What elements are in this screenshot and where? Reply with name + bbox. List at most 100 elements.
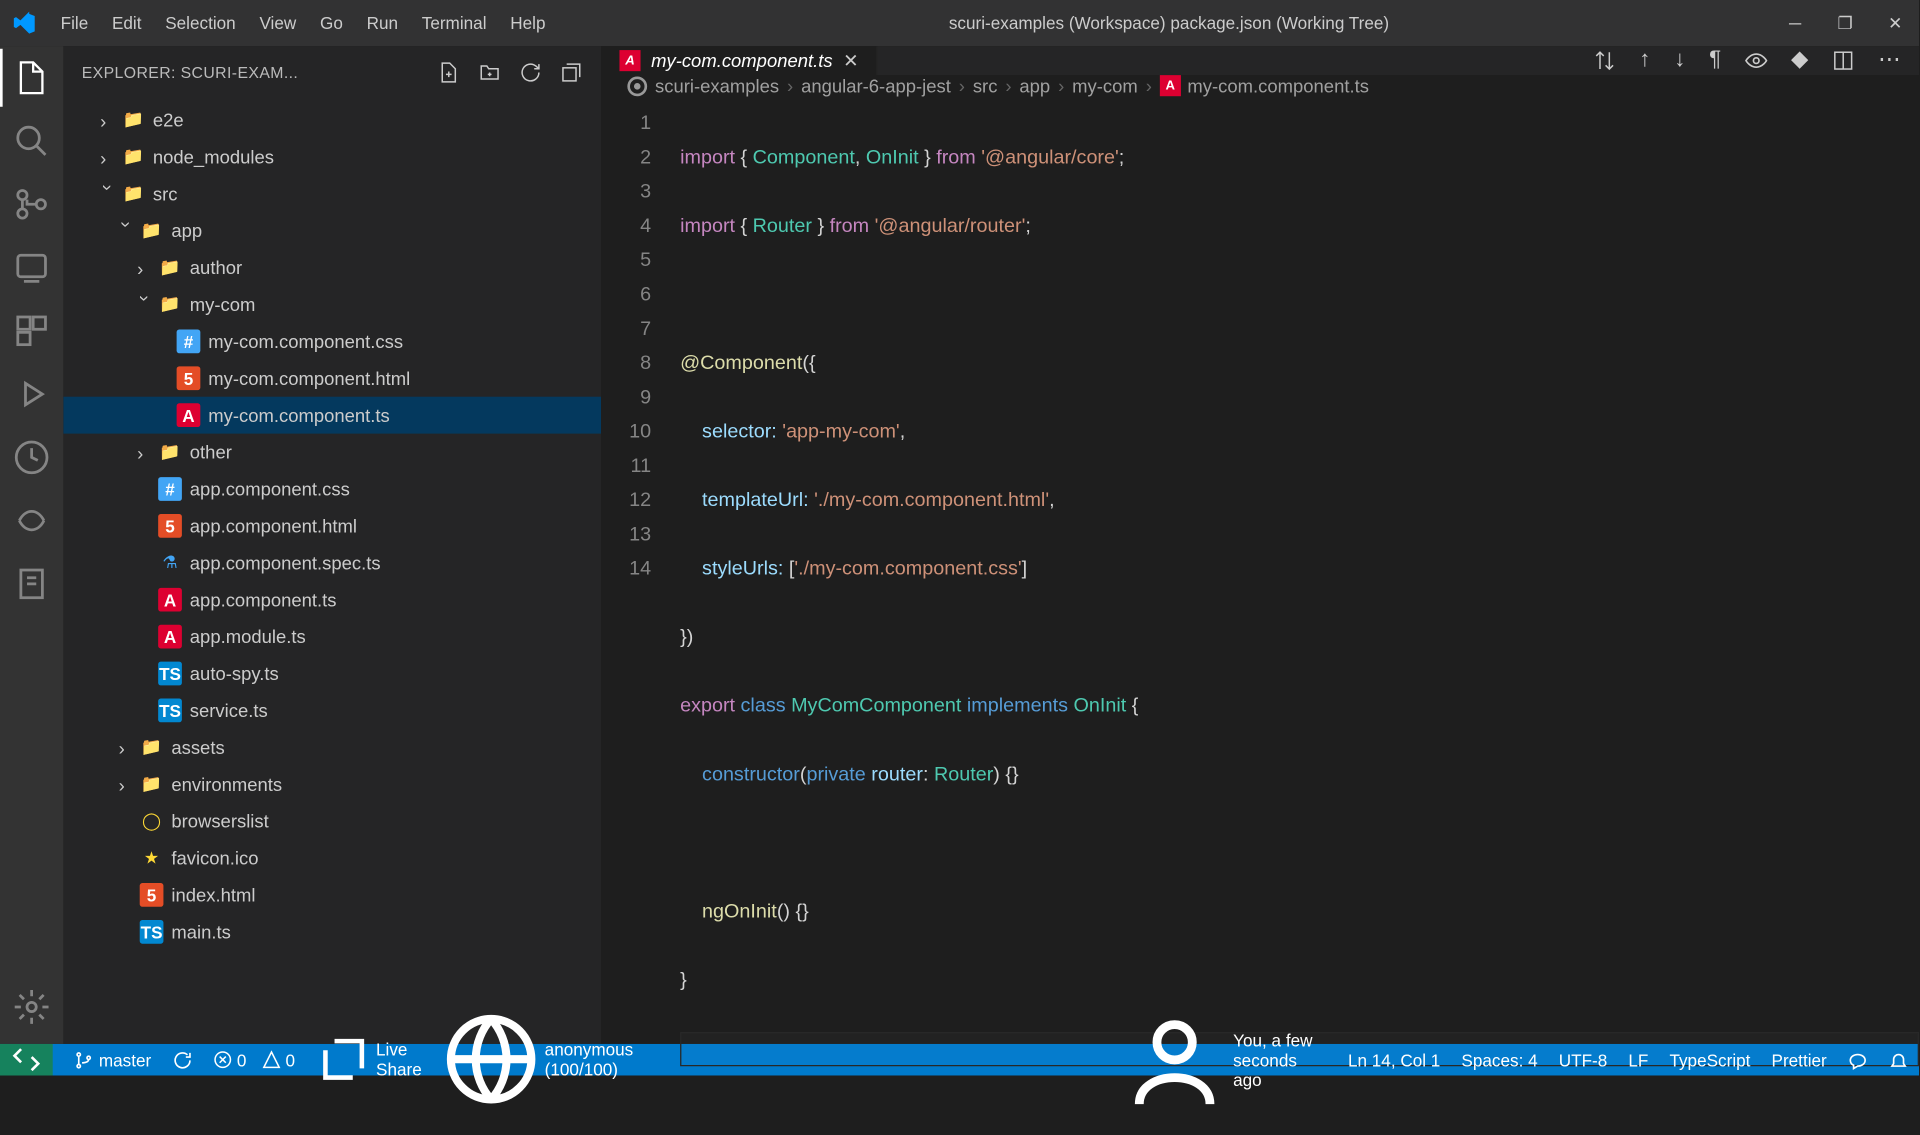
language-mode[interactable]: TypeScript [1669, 1050, 1750, 1070]
menu-view[interactable]: View [249, 8, 307, 38]
tree-item-my-com-component-css[interactable]: #my-com.component.css [63, 323, 601, 360]
tree-item-my-com-component-html[interactable]: 5my-com.component.html [63, 360, 601, 397]
tree-item-node-modules[interactable]: ›📁node_modules [63, 138, 601, 175]
explorer-header: EXPLORER: SCURI-EXAM... [63, 46, 601, 99]
chevron-down-icon: › [100, 185, 118, 203]
tree-item-auto-spy-ts[interactable]: TSauto-spy.ts [63, 655, 601, 692]
tree-item-other[interactable]: ›📁other [63, 434, 601, 471]
tree-item-e2e[interactable]: ›📁e2e [63, 101, 601, 138]
chevron-right-icon: › [137, 443, 155, 461]
tree-item-app-module-ts[interactable]: Aapp.module.ts [63, 618, 601, 655]
tab-label: my-com.component.ts [651, 50, 833, 71]
sync-icon[interactable] [172, 1050, 192, 1070]
tree-item-app-component-html[interactable]: 5app.component.html [63, 507, 601, 544]
title-bar: FileEditSelectionViewGoRunTerminalHelp s… [0, 0, 1919, 46]
diamond-icon[interactable]: ◆ [1791, 46, 1808, 75]
tree-item-my-com-component-ts[interactable]: Amy-com.component.ts [63, 397, 601, 434]
collapse-all-icon[interactable] [560, 58, 582, 87]
indentation[interactable]: Spaces: 4 [1461, 1050, 1537, 1070]
arrow-down-icon[interactable]: ↓ [1674, 46, 1685, 75]
timeline-icon[interactable] [13, 439, 50, 476]
editor-tab[interactable]: A my-com.component.ts ✕ [601, 46, 878, 75]
code-content[interactable]: import { Component, OnInit } from '@angu… [680, 107, 1919, 1135]
tree-item-label: auto-spy.ts [190, 663, 279, 684]
breadcrumb-item[interactable]: src [973, 75, 998, 96]
chevron-right-icon: › [959, 75, 965, 96]
git-blame[interactable]: You, a few seconds ago [1122, 1007, 1327, 1113]
tree-item-main-ts[interactable]: TSmain.ts [63, 913, 601, 950]
cursor-position[interactable]: Ln 14, Col 1 [1348, 1050, 1440, 1070]
tree-item-label: assets [171, 737, 224, 758]
menu-selection[interactable]: Selection [155, 8, 247, 38]
tree-item-label: app.component.spec.ts [190, 552, 381, 573]
tree-item-my-com[interactable]: ›📁my-com [63, 286, 601, 323]
source-control-icon[interactable] [13, 186, 50, 223]
arrow-up-icon[interactable]: ↑ [1639, 46, 1650, 75]
tree-item-service-ts[interactable]: TSservice.ts [63, 692, 601, 729]
menu-edit[interactable]: Edit [101, 8, 152, 38]
tree-item-index-html[interactable]: 5index.html [63, 876, 601, 913]
chevron-right-icon: › [787, 75, 793, 96]
notifications-icon[interactable] [1889, 1050, 1909, 1070]
paragraph-icon[interactable]: ¶ [1709, 46, 1721, 75]
tree-item-assets[interactable]: ›📁assets [63, 729, 601, 766]
tree-item-label: e2e [153, 109, 184, 130]
menu-run[interactable]: Run [356, 8, 409, 38]
liveshare-activity-icon[interactable] [13, 502, 50, 539]
menu-go[interactable]: Go [309, 8, 353, 38]
tree-item-app-component-spec-ts[interactable]: ⚗app.component.spec.ts [63, 544, 601, 581]
breadcrumb-item[interactable]: app [1019, 75, 1050, 96]
tree-item-environments[interactable]: ›📁environments [63, 766, 601, 803]
tree-item-browserslist[interactable]: ◯browserslist [63, 803, 601, 840]
code-editor[interactable]: 1234567891011121314 import { Component, … [601, 96, 1919, 1135]
breadcrumb-item[interactable]: scuri-examples [655, 75, 779, 96]
close-button[interactable]: ✕ [1882, 13, 1908, 34]
chevron-right-icon: › [137, 258, 155, 276]
problems-indicator[interactable]: 0 0 [213, 1050, 295, 1070]
tree-item-src[interactable]: ›📁src [63, 175, 601, 212]
more-actions-icon[interactable]: ⋯ [1878, 46, 1900, 75]
search-icon[interactable] [13, 123, 50, 160]
new-folder-icon[interactable] [478, 58, 500, 87]
encoding[interactable]: UTF-8 [1559, 1050, 1608, 1070]
bookmarks-icon[interactable] [13, 565, 50, 602]
tree-item-favicon-ico[interactable]: ★favicon.ico [63, 840, 601, 877]
tree-item-app-component-ts[interactable]: Aapp.component.ts [63, 581, 601, 618]
menu-help[interactable]: Help [500, 8, 556, 38]
tree-item-label: my-com.component.ts [208, 405, 390, 426]
tree-item-app-component-css[interactable]: #app.component.css [63, 471, 601, 508]
extensions-icon[interactable] [13, 312, 50, 349]
angular-icon: A [619, 50, 640, 71]
remote-indicator[interactable] [0, 1044, 53, 1076]
close-tab-icon[interactable]: ✕ [843, 49, 858, 71]
tree-item-author[interactable]: ›📁author [63, 249, 601, 286]
maximize-button[interactable]: ❐ [1832, 13, 1858, 34]
menu-terminal[interactable]: Terminal [411, 8, 497, 38]
breadcrumb-item[interactable]: my-com [1072, 75, 1138, 96]
preview-icon[interactable] [1745, 46, 1767, 75]
chevron-right-icon: › [1058, 75, 1064, 96]
compare-changes-icon[interactable] [1593, 46, 1615, 75]
prettier-status[interactable]: Prettier [1772, 1050, 1827, 1070]
git-branch[interactable]: master [74, 1050, 151, 1070]
refresh-icon[interactable] [519, 58, 541, 87]
debug-icon[interactable] [13, 249, 50, 286]
chevron-down-icon: › [137, 295, 155, 313]
explorer-sidebar: EXPLORER: SCURI-EXAM... ›📁e2e›📁node_modu… [63, 46, 601, 1044]
explorer-icon[interactable] [13, 59, 50, 96]
breadcrumb-item[interactable]: angular-6-app-jest [801, 75, 951, 96]
minimize-button[interactable]: ─ [1782, 13, 1808, 34]
breadcrumb-item[interactable]: A my-com.component.ts [1160, 75, 1369, 96]
anonymous-status[interactable]: anonymous (100/100) [443, 1011, 633, 1108]
eol[interactable]: LF [1628, 1050, 1648, 1070]
new-file-icon[interactable] [438, 58, 460, 87]
menu-file[interactable]: File [50, 8, 99, 38]
activity-bar [0, 46, 63, 1044]
split-editor-icon[interactable] [1832, 46, 1854, 75]
settings-gear-icon[interactable] [13, 988, 50, 1025]
liveshare-status[interactable]: Live Share [316, 1032, 422, 1087]
tree-item-label: my-com.component.html [208, 368, 410, 389]
tree-item-app[interactable]: ›📁app [63, 212, 601, 249]
feedback-icon[interactable] [1848, 1050, 1868, 1070]
run-icon[interactable] [13, 376, 50, 413]
